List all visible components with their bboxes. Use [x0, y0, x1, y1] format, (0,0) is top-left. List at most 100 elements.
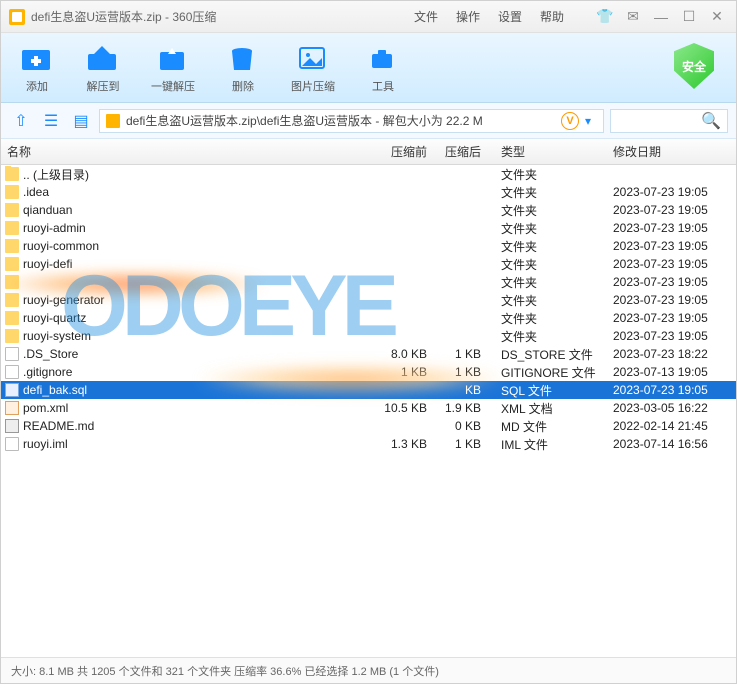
tools-button[interactable]: 工具	[365, 42, 401, 94]
col-before[interactable]: 压缩前	[373, 143, 433, 160]
archive-icon	[106, 114, 120, 128]
table-row[interactable]: ruoyi-generator文件夹2023-07-23 19:05	[1, 291, 736, 309]
table-row[interactable]: 文件夹2023-07-23 19:05	[1, 273, 736, 291]
one-click-label: 一键解压	[151, 78, 195, 94]
extract-to-button[interactable]: 解压到	[85, 42, 121, 94]
file-name: qianduan	[23, 203, 72, 217]
cell-type: GITIGNORE 文件	[487, 364, 607, 381]
file-icon	[5, 383, 19, 397]
delete-button[interactable]: 删除	[225, 42, 261, 94]
cell-date: 2023-07-14 16:56	[607, 437, 736, 451]
col-type[interactable]: 类型	[487, 143, 607, 160]
feedback-icon[interactable]: ✉	[622, 6, 644, 28]
add-icon	[19, 42, 55, 74]
vip-badge-icon: V	[561, 112, 579, 130]
add-button[interactable]: 添加	[19, 42, 55, 94]
add-label: 添加	[26, 78, 48, 94]
table-row[interactable]: ruoyi-system文件夹2023-07-23 19:05	[1, 327, 736, 345]
one-click-icon	[155, 42, 191, 74]
col-name[interactable]: 名称	[1, 143, 373, 160]
cell-type: 文件夹	[487, 310, 607, 327]
up-button[interactable]: ⇧	[9, 109, 33, 133]
file-list[interactable]: ODOEYE .. (上级目录)文件夹.idea文件夹2023-07-23 19…	[1, 165, 736, 657]
cell-after: 1 KB	[433, 437, 487, 451]
table-row[interactable]: defi_bak.sql KBSQL 文件2023-07-23 19:05	[1, 381, 736, 399]
close-button[interactable]: ✕	[706, 6, 728, 28]
folder-icon	[5, 275, 19, 289]
table-row[interactable]: .. (上级目录)文件夹	[1, 165, 736, 183]
extract-to-label: 解压到	[87, 78, 120, 94]
file-name: .. (上级目录)	[23, 166, 89, 183]
cell-before: 10.5 KB	[373, 401, 433, 415]
table-row[interactable]: ruoyi-common文件夹2023-07-23 19:05	[1, 237, 736, 255]
safe-badge[interactable]: 安全	[674, 43, 718, 91]
cell-after: 1.9 KB	[433, 401, 487, 415]
table-row[interactable]: ruoyi-admin文件夹2023-07-23 19:05	[1, 219, 736, 237]
cell-type: SQL 文件	[487, 382, 607, 399]
toolbar: 添加 解压到 一键解压 删除 图片压缩 工具 安全	[1, 33, 736, 103]
menu-file[interactable]: 文件	[414, 8, 438, 25]
menu-help[interactable]: 帮助	[540, 8, 564, 25]
titlebar: defi生息盗U运营版本.zip - 360压缩 文件 操作 设置 帮助 👕 ✉…	[1, 1, 736, 33]
file-icon	[5, 347, 19, 361]
cell-date: 2023-03-05 16:22	[607, 401, 736, 415]
table-row[interactable]: .DS_Store8.0 KB1 KBDS_STORE 文件2023-07-23…	[1, 345, 736, 363]
folder-icon	[5, 203, 19, 217]
cell-date: 2023-07-23 19:05	[607, 257, 736, 271]
table-row[interactable]: .idea文件夹2023-07-23 19:05	[1, 183, 736, 201]
cell-type: 文件夹	[487, 274, 607, 291]
cell-type: MD 文件	[487, 418, 607, 435]
skin-icon[interactable]: 👕	[594, 6, 616, 28]
file-name: ruoyi-common	[23, 239, 99, 253]
folder-icon	[5, 329, 19, 343]
file-icon	[5, 437, 19, 451]
window-title: defi生息盗U运营版本.zip - 360压缩	[31, 8, 216, 25]
cell-before: 1.3 KB	[373, 437, 433, 451]
table-row[interactable]: README.md0 KBMD 文件2022-02-14 21:45	[1, 417, 736, 435]
folder-icon	[5, 221, 19, 235]
table-row[interactable]: ruoyi.iml1.3 KB1 KBIML 文件2023-07-14 16:5…	[1, 435, 736, 453]
menu-bar: 文件 操作 设置 帮助	[414, 8, 564, 25]
cell-before: 8.0 KB	[373, 347, 433, 361]
table-row[interactable]: .gitignore1 KB1 KBGITIGNORE 文件2023-07-13…	[1, 363, 736, 381]
menu-settings[interactable]: 设置	[498, 8, 522, 25]
shield-icon: 安全	[674, 43, 714, 89]
file-name: ruoyi.iml	[23, 437, 68, 451]
app-icon	[9, 9, 25, 25]
view-detail-icon[interactable]: ▤	[69, 109, 93, 133]
file-name: .gitignore	[23, 365, 72, 379]
table-row[interactable]: qianduan文件夹2023-07-23 19:05	[1, 201, 736, 219]
delete-icon	[225, 42, 261, 74]
file-name: pom.xml	[23, 401, 68, 415]
cell-date: 2023-07-23 19:05	[607, 221, 736, 235]
one-click-button[interactable]: 一键解压	[151, 42, 195, 94]
cell-after: KB	[433, 383, 487, 397]
cell-type: 文件夹	[487, 202, 607, 219]
cell-type: 文件夹	[487, 256, 607, 273]
path-dropdown-icon[interactable]: ▾	[579, 114, 597, 128]
folder-icon	[5, 167, 19, 181]
col-after[interactable]: 压缩后	[433, 143, 487, 160]
cell-date: 2022-02-14 21:45	[607, 419, 736, 433]
path-text: defi生息盗U运营版本.zip\defi生息盗U运营版本 - 解包大小为 22…	[126, 112, 483, 129]
file-name: ruoyi-defi	[23, 257, 72, 271]
file-name: defi_bak.sql	[23, 383, 87, 397]
image-compress-button[interactable]: 图片压缩	[291, 42, 335, 94]
view-list-icon[interactable]: ☰	[39, 109, 63, 133]
table-row[interactable]: ruoyi-defi 文件夹2023-07-23 19:05	[1, 255, 736, 273]
maximize-button[interactable]: ☐	[678, 6, 700, 28]
table-row[interactable]: ruoyi-quartz文件夹2023-07-23 19:05	[1, 309, 736, 327]
file-name: ruoyi-quartz	[23, 311, 86, 325]
file-icon	[5, 401, 19, 415]
cell-type: 文件夹	[487, 328, 607, 345]
cell-date: 2023-07-23 19:05	[607, 383, 736, 397]
path-input[interactable]: defi生息盗U运营版本.zip\defi生息盗U运营版本 - 解包大小为 22…	[99, 109, 604, 133]
search-input[interactable]: 🔍	[610, 109, 728, 133]
delete-label: 删除	[232, 78, 254, 94]
menu-operate[interactable]: 操作	[456, 8, 480, 25]
file-name: ruoyi-admin	[23, 221, 86, 235]
minimize-button[interactable]: —	[650, 6, 672, 28]
col-date[interactable]: 修改日期	[607, 143, 736, 160]
table-row[interactable]: pom.xml10.5 KB1.9 KBXML 文档2023-03-05 16:…	[1, 399, 736, 417]
folder-icon	[5, 257, 19, 271]
